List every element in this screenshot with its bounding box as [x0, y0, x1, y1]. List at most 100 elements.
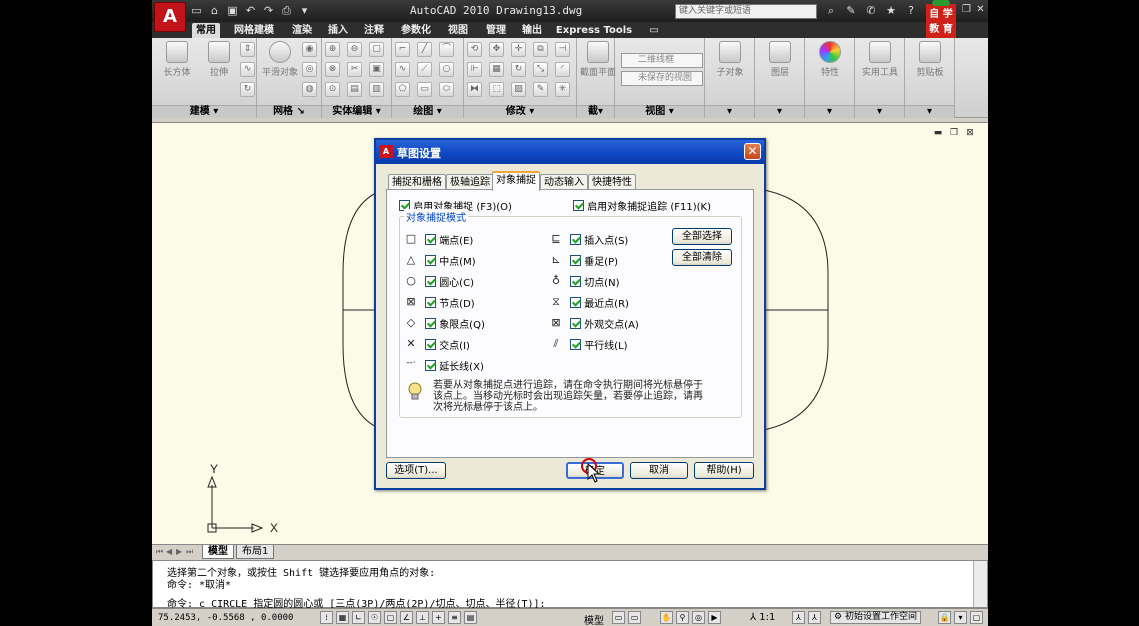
osnap-nearest[interactable]: 最近点(R): [570, 295, 629, 310]
osnap-apparent-intersection[interactable]: 外观交点(A): [570, 316, 639, 331]
tab-parametric[interactable]: 参数化: [396, 23, 436, 38]
osnap-parallel[interactable]: 平行线(L): [570, 337, 628, 352]
tab-home[interactable]: 常用: [192, 23, 220, 38]
tab-object-snap[interactable]: 对象捕捉: [492, 171, 540, 191]
tab-snap-and-grid[interactable]: 捕捉和栅格: [388, 174, 446, 190]
mesh-crease-icon[interactable]: ◍: [302, 82, 317, 97]
tab-view[interactable]: 视图: [444, 23, 472, 38]
prev-layout-icon[interactable]: ◀: [166, 546, 175, 557]
separate-icon[interactable]: ▥: [369, 82, 384, 97]
clear-all-button[interactable]: 全部清除: [672, 249, 732, 266]
select-all-button[interactable]: 全部选择: [672, 228, 732, 245]
command-line[interactable]: 选择第二个对象，或按住 Shift 键选择要应用角点的对象: 命令: *取消* …: [152, 560, 988, 610]
annotation-visibility-icon[interactable]: ⅄: [792, 611, 805, 624]
smooth-object-button[interactable]: 平滑对象: [261, 41, 299, 78]
spline-icon[interactable]: ∿: [395, 62, 410, 77]
undo-icon[interactable]: ↶: [244, 3, 257, 18]
redo-icon[interactable]: ↷: [262, 3, 275, 18]
help-button[interactable]: 帮助(H): [694, 462, 754, 479]
ducs-icon[interactable]: ⟂: [416, 611, 429, 624]
intersect-icon[interactable]: ⊗: [325, 62, 340, 77]
tab-annotate[interactable]: 注释: [360, 23, 388, 38]
panel-modify-title[interactable]: 修改 ▾: [464, 105, 576, 118]
save-icon[interactable]: ▣: [226, 3, 239, 18]
enable-tracking-option[interactable]: 启用对象捕捉追踪 (F11)(K): [573, 198, 711, 213]
object-snap-icon[interactable]: ▢: [384, 611, 397, 624]
application-menu-button[interactable]: A: [154, 2, 186, 32]
panel-draw-title[interactable]: 绘图 ▾: [392, 105, 463, 118]
favorites-icon[interactable]: ★: [884, 4, 898, 18]
last-layout-icon[interactable]: ⏭: [186, 546, 195, 557]
zoom-icon[interactable]: ⚲: [676, 611, 689, 624]
lock-icon[interactable]: 🔒: [938, 611, 951, 624]
extrude-button[interactable]: 拉伸: [200, 41, 238, 78]
polygon-icon[interactable]: ⬠: [395, 82, 410, 97]
auto-scale-icon[interactable]: ⅄: [808, 611, 821, 624]
enable-tracking-checkbox[interactable]: [573, 200, 584, 211]
tab-render[interactable]: 渲染: [288, 23, 316, 38]
properties-expand[interactable]: ▾: [805, 105, 854, 118]
mirror-icon[interactable]: ⧓: [467, 82, 482, 97]
wrench-icon[interactable]: ✎: [844, 4, 858, 18]
quadrant-checkbox[interactable]: [425, 318, 436, 329]
steering-wheel-icon[interactable]: ◎: [692, 611, 705, 624]
subobject-button[interactable]: 子对象: [711, 41, 749, 78]
subtract-icon[interactable]: ⊖: [347, 42, 362, 57]
named-view-combo[interactable]: 未保存的视图: [621, 71, 703, 86]
utilities-expand[interactable]: ▾: [855, 105, 904, 118]
clean-screen-icon[interactable]: ▢: [970, 611, 983, 624]
help-icon[interactable]: ?: [904, 4, 918, 18]
intersection-checkbox[interactable]: [425, 339, 436, 350]
close-icon[interactable]: ✕: [976, 4, 985, 16]
osnap-quadrant[interactable]: 象限点(Q): [425, 316, 485, 331]
mesh-refine-icon[interactable]: ◎: [302, 62, 317, 77]
osnap-center[interactable]: 圆心(C): [425, 274, 474, 289]
status-tray-icon[interactable]: ▾: [954, 611, 967, 624]
qat-dropdown-icon[interactable]: ▾: [298, 3, 311, 18]
rectangle-icon[interactable]: ▭: [417, 82, 432, 97]
polar-tracking-icon[interactable]: ☉: [368, 611, 381, 624]
panel-solid-editing-title[interactable]: 实体编辑 ▾: [322, 105, 391, 118]
snap-mode-icon[interactable]: ⁞: [320, 611, 333, 624]
array-icon[interactable]: ▦: [489, 62, 504, 77]
coordinate-readout[interactable]: 75.2453, -0.5568 , 0.0000: [158, 613, 293, 623]
tab-quick-properties[interactable]: 快捷特性: [588, 174, 636, 190]
binoculars-icon[interactable]: ⌕: [824, 4, 838, 18]
erase-icon[interactable]: ✎: [533, 82, 548, 97]
osnap-midpoint[interactable]: 中点(M): [425, 253, 476, 268]
osnap-tangent[interactable]: 切点(N): [570, 274, 619, 289]
union-icon[interactable]: ⊕: [325, 42, 340, 57]
showmotion-icon[interactable]: ▶: [708, 611, 721, 624]
explode-icon[interactable]: ✳: [555, 82, 570, 97]
utilities-button[interactable]: 实用工具: [861, 41, 899, 78]
layers-button[interactable]: 图层: [761, 41, 799, 78]
ellipse-icon[interactable]: ⬭: [439, 82, 454, 97]
drawing-restore-icon[interactable]: ❐: [948, 128, 960, 138]
tab-dynamic-input[interactable]: 动态输入: [540, 174, 588, 190]
presspull-icon[interactable]: ⇕: [240, 42, 255, 57]
osnap-extension[interactable]: 延长线(X): [425, 358, 484, 373]
tab-model[interactable]: 模型: [202, 545, 234, 559]
box-button[interactable]: 长方体: [158, 41, 196, 78]
interfere-icon[interactable]: ⊙: [325, 82, 340, 97]
osnap-node[interactable]: 节点(D): [425, 295, 475, 310]
tab-layout1[interactable]: 布局1: [236, 545, 275, 559]
panel-view-title[interactable]: 视图 ▾: [615, 105, 704, 118]
pan-icon[interactable]: ✋: [660, 611, 673, 624]
apparent-intersection-checkbox[interactable]: [570, 318, 581, 329]
solid-edit-faces-icon[interactable]: ▢: [369, 42, 384, 57]
polyline-icon[interactable]: ⌐: [395, 42, 410, 57]
stretch-icon[interactable]: ⬚: [489, 82, 504, 97]
annotation-scale[interactable]: ⅄ 1:1: [750, 612, 775, 623]
dialog-close-button[interactable]: ✕: [744, 143, 761, 160]
communication-icon[interactable]: ✆: [864, 4, 878, 18]
panel-modeling-title[interactable]: 建模 ▾: [152, 105, 256, 118]
drawing-close-icon[interactable]: ⊠: [964, 128, 976, 138]
restore-icon[interactable]: ❐: [962, 4, 971, 16]
osnap-insertion[interactable]: 插入点(S): [570, 232, 628, 247]
osnap-endpoint[interactable]: 端点(E): [425, 232, 473, 247]
scale-icon[interactable]: ⤡: [533, 62, 548, 77]
first-layout-icon[interactable]: ⏮: [156, 546, 165, 557]
mesh-smooth-more-icon[interactable]: ◉: [302, 42, 317, 57]
grid-display-icon[interactable]: ▦: [336, 611, 349, 624]
